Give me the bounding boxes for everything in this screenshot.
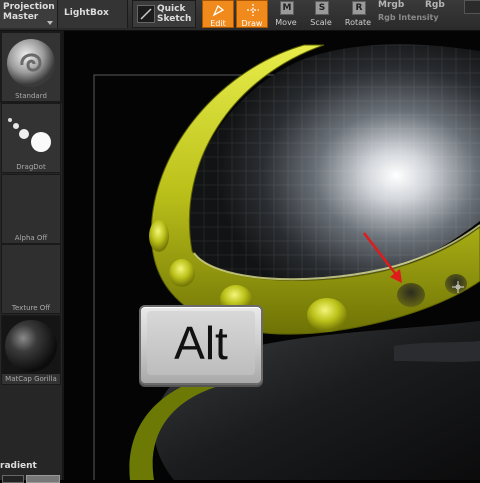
alpha-label: Alpha Off [14,234,48,242]
stroke-selector[interactable]: DragDot [1,103,61,173]
ring-bump [307,298,347,332]
edit-icon [212,4,225,17]
lightbox-button[interactable]: LightBox [58,0,128,28]
ring-dent [397,283,425,307]
ring-bump [149,220,169,252]
standard-brush-icon [7,39,55,87]
gradient-label: radient [0,461,37,471]
quick-sketch-label-line1: Quick [157,4,186,14]
move-icon: M [280,1,294,15]
texture-selector[interactable]: Texture Off [1,244,61,314]
scale-label: Scale [310,18,332,27]
draw-label: Draw [241,19,263,28]
alpha-selector[interactable]: Alpha Off [1,174,61,244]
draw-button[interactable]: Draw [236,0,268,28]
left-tray: Standard DragDot Alpha Off Texture Off M… [0,31,64,483]
ring-bump [169,259,195,287]
toolbar-edge-button[interactable] [464,0,480,14]
texture-label: Texture Off [11,304,51,312]
scale-button[interactable]: S Scale [305,0,337,28]
projection-master-button[interactable]: Projection Master [0,0,58,28]
edit-label: Edit [210,19,226,28]
rgb-button[interactable]: Rgb [425,0,445,10]
brush-selector[interactable]: Standard [1,32,61,102]
stroke-label: DragDot [16,163,46,171]
top-toolbar: Projection Master LightBox Quick Sketch … [0,0,480,31]
move-button[interactable]: M Move [270,0,302,28]
quick-sketch-label-line2: Sketch [157,14,192,24]
sculpt-viewport[interactable] [64,31,480,480]
dome-grid-overlay [181,44,480,284]
brush-label: Standard [15,92,47,100]
gradient-secondary-swatch[interactable] [26,475,60,483]
ring-dent [445,274,467,294]
quick-sketch-button[interactable]: Quick Sketch [132,0,196,28]
material-label: MatCap Gorilla [5,375,57,383]
rotate-button[interactable]: R Rotate [342,0,374,28]
scale-icon: S [315,1,329,15]
lightbox-label: LightBox [64,8,109,18]
rgb-intensity-slider[interactable]: Rgb Intensity [378,13,439,22]
material-selector[interactable]: MatCap Gorilla [1,315,61,385]
mrgb-button[interactable]: Mrgb [378,0,404,10]
dragdot-stroke-icon [8,118,51,152]
quick-sketch-icon [137,5,155,23]
rotate-label: Rotate [344,18,372,27]
chevron-down-icon [47,21,53,25]
draw-icon [247,4,259,16]
document-canvas[interactable]: Alt [64,31,480,480]
matcap-sphere-icon [2,316,60,374]
move-label: Move [275,18,297,27]
alt-key-overlay: Alt [139,305,263,385]
gradient-main-swatch[interactable] [2,475,24,483]
edit-button[interactable]: Edit [202,0,234,28]
projection-master-label-line1: Projection [3,2,55,12]
alt-key-label: Alt [147,311,255,375]
rotate-icon: R [352,1,366,15]
